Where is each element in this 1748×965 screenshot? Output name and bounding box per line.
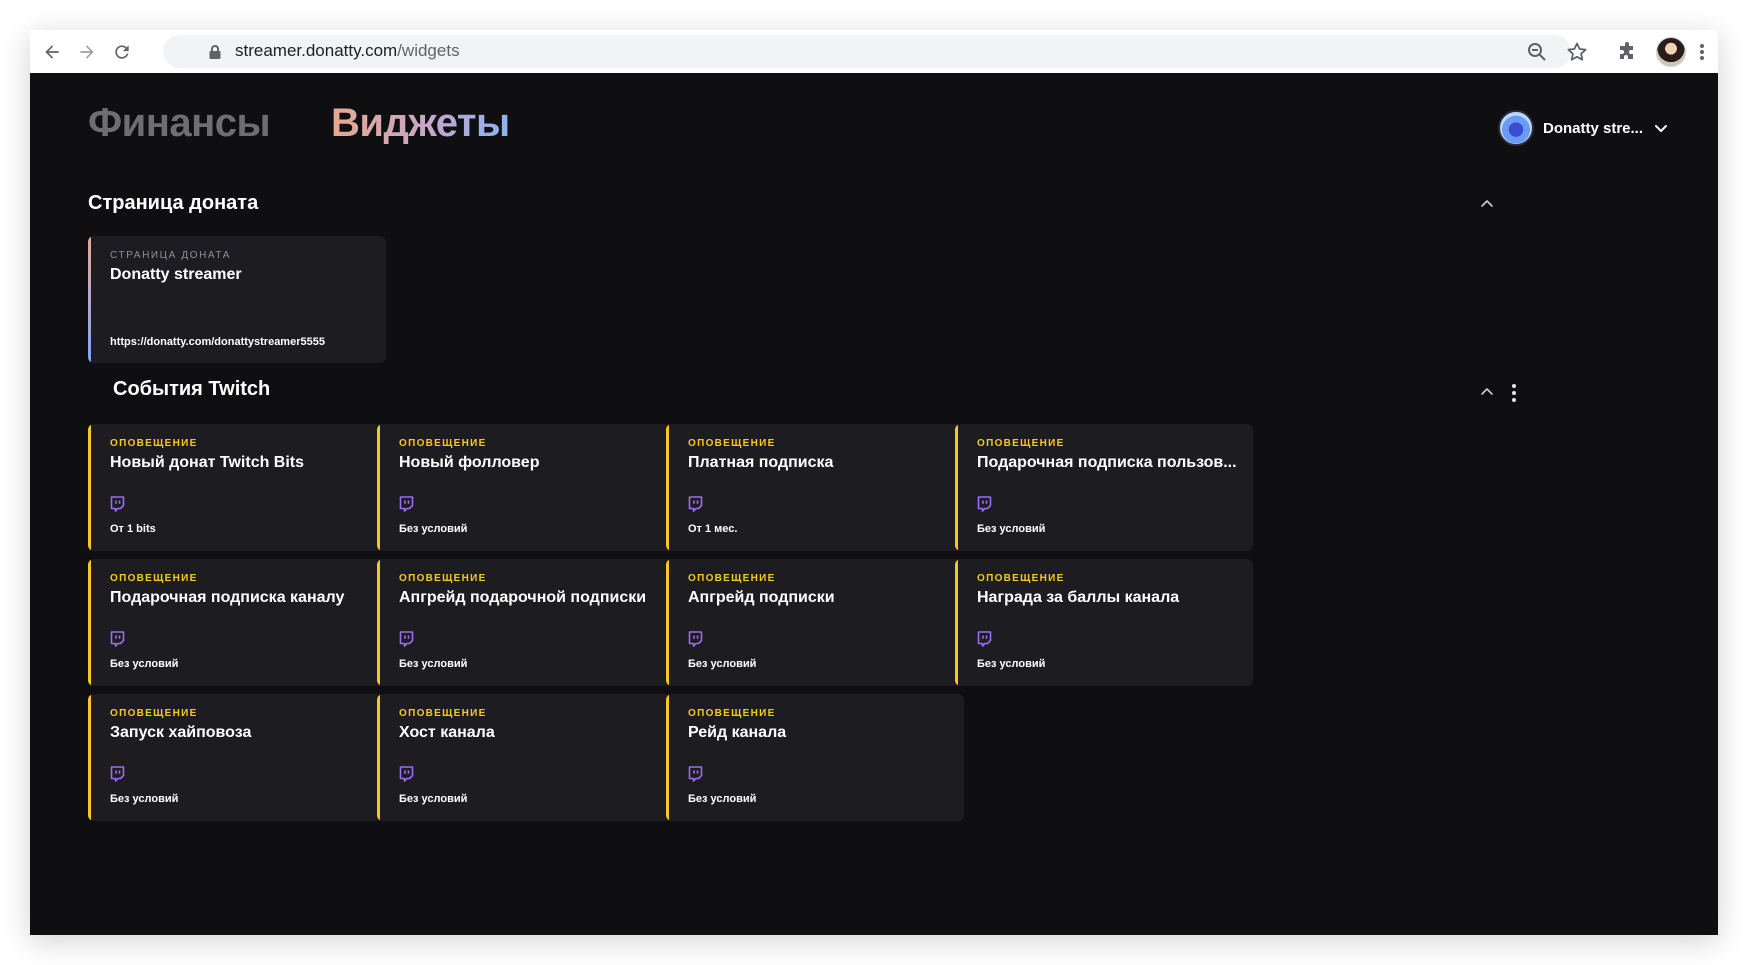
card-kicker: ОПОВЕЩЕНИЕ (688, 708, 776, 719)
card-title: Хост канала (399, 724, 495, 741)
card-title: Новый фолловер (399, 454, 540, 471)
tab-widgets[interactable]: Виджеты (331, 101, 510, 146)
card-title: Апгрейд подписки (688, 589, 835, 606)
twitch-icon (399, 766, 414, 782)
card-title: Запуск хайповоза (110, 724, 252, 741)
chevron-up-icon[interactable] (1478, 195, 1496, 213)
forward-icon[interactable] (73, 38, 101, 66)
browser-toolbar: streamer.donatty.com/widgets (30, 30, 1718, 73)
section-title-twitch-events: События Twitch (113, 378, 271, 400)
twitch-icon (688, 496, 703, 512)
twitch-icon (110, 631, 125, 647)
card-condition: Без условий (977, 523, 1046, 535)
card-kicker: ОПОВЕЩЕНИЕ (110, 438, 198, 449)
card-title: Подарочная подписка каналу (110, 589, 345, 606)
card-kicker: ОПОВЕЩЕНИЕ (977, 573, 1065, 584)
twitch-icon (688, 631, 703, 647)
twitch-event-card[interactable]: ОПОВЕЩЕНИЕ Подарочная подписка каналу Без … (88, 559, 386, 686)
card-title: Подарочная подписка пользов... (977, 454, 1237, 471)
twitch-event-card[interactable]: ОПОВЕЩЕНИЕ Платная подписка От 1 мес. (666, 424, 964, 551)
twitch-event-card[interactable]: ОПОВЕЩЕНИЕ Запуск хайповоза Без условий (88, 694, 386, 821)
url-path: /widgets (397, 41, 460, 60)
card-kicker: ОПОВЕЩЕНИЕ (110, 708, 198, 719)
card-title: Новый донат Twitch Bits (110, 454, 305, 471)
card-condition: От 1 мес. (688, 523, 738, 535)
url-text[interactable]: streamer.donatty.com/widgets (235, 39, 460, 63)
card-kicker: ОПОВЕЩЕНИЕ (688, 438, 776, 449)
twitch-event-card[interactable]: ОПОВЕЩЕНИЕ Подарочная подписка пользов...… (955, 424, 1253, 551)
back-icon[interactable] (38, 38, 66, 66)
section-title-donation-page: Страница доната (88, 192, 259, 214)
card-kicker: ОПОВЕЩЕНИЕ (399, 573, 487, 584)
card-condition: Без условий (399, 658, 468, 670)
card-condition: Без условий (688, 658, 757, 670)
twitch-icon (110, 496, 125, 512)
user-name: Donatty stre... (1543, 119, 1644, 137)
twitch-event-card[interactable]: ОПОВЕЩЕНИЕ Хост канала Без условий (377, 694, 675, 821)
zoom-icon[interactable] (1525, 40, 1549, 64)
twitch-icon (110, 766, 125, 782)
profile-avatar[interactable] (1656, 37, 1686, 67)
card-condition: Без условий (688, 793, 757, 805)
card-title: Платная подписка (688, 454, 834, 471)
donation-page-card[interactable]: СТРАНИЦА ДОНАТА Donatty streamer https:/… (88, 236, 386, 363)
twitch-icon (688, 766, 703, 782)
user-avatar (1498, 110, 1534, 146)
card-condition: От 1 bits (110, 523, 156, 535)
tab-finances[interactable]: Финансы (88, 101, 271, 146)
card-title: Рейд канала (688, 724, 787, 741)
url-host: streamer.donatty.com (235, 41, 398, 60)
reload-icon[interactable] (108, 38, 136, 66)
chevron-up-icon[interactable] (1478, 383, 1496, 401)
twitch-event-card[interactable]: ОПОВЕЩЕНИЕ Рейд канала Без условий (666, 694, 964, 821)
lock-icon (209, 45, 221, 59)
extensions-icon[interactable] (1615, 40, 1639, 64)
card-condition: Без условий (110, 793, 179, 805)
card-condition: Без условий (110, 658, 179, 670)
twitch-event-card[interactable]: ОПОВЕЩЕНИЕ Награда за баллы канала Без усл… (955, 559, 1253, 686)
browser-window: streamer.donatty.com/widgets Финансы Вид… (30, 30, 1718, 935)
twitch-icon (399, 496, 414, 512)
card-condition: Без условий (399, 523, 468, 535)
twitch-event-card[interactable]: ОПОВЕЩЕНИЕ Новый донат Twitch Bits От 1 bi… (88, 424, 386, 551)
twitch-event-card[interactable]: ОПОВЕЩЕНИЕ Апгрейд подписки Без условий (666, 559, 964, 686)
card-condition: Без условий (399, 793, 468, 805)
chevron-down-icon (1655, 125, 1668, 132)
star-icon[interactable] (1565, 40, 1589, 64)
twitch-icon (399, 631, 414, 647)
user-menu[interactable]: Donatty stre... (1498, 110, 1669, 146)
card-title: Награда за баллы канала (977, 589, 1180, 606)
more-options-icon[interactable] (1511, 384, 1517, 402)
card-kicker: ОПОВЕЩЕНИЕ (688, 573, 776, 584)
card-kicker: ОПОВЕЩЕНИЕ (977, 438, 1065, 449)
card-title: Donatty streamer (110, 266, 242, 283)
twitch-event-card[interactable]: ОПОВЕЩЕНИЕ Новый фолловер Без условий (377, 424, 675, 551)
donation-url[interactable]: https://donatty.com/donattystreamer5555 (110, 336, 325, 348)
card-kicker: ОПОВЕЩЕНИЕ (110, 573, 198, 584)
card-kicker: СТРАНИЦА ДОНАТА (110, 250, 232, 261)
page-content: Финансы Виджеты Donatty stre... Страница… (30, 73, 1718, 935)
more-vert-icon[interactable] (1696, 40, 1708, 64)
card-condition: Без условий (977, 658, 1046, 670)
card-title: Апгрейд подарочной подписки (399, 589, 647, 606)
twitch-event-card[interactable]: ОПОВЕЩЕНИЕ Апгрейд подарочной подписки Без… (377, 559, 675, 686)
twitch-icon (977, 631, 992, 647)
twitch-icon (977, 496, 992, 512)
card-kicker: ОПОВЕЩЕНИЕ (399, 708, 487, 719)
card-kicker: ОПОВЕЩЕНИЕ (399, 438, 487, 449)
